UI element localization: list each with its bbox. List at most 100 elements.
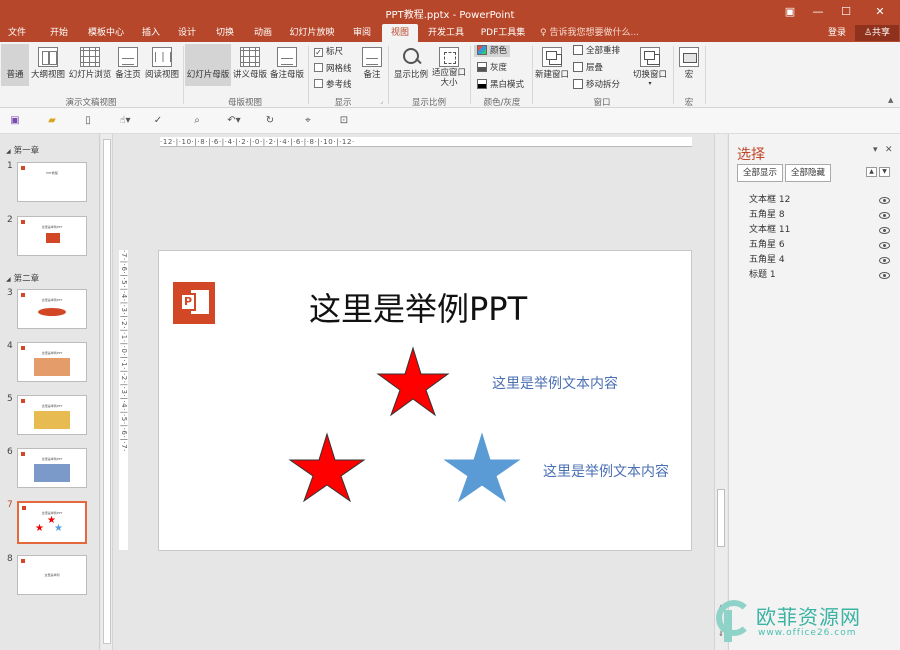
scrollbar-thumb[interactable] — [103, 139, 111, 644]
slide-master-button[interactable]: 幻灯片母版 — [185, 44, 376, 317]
tab-view[interactable]: 视图 — [382, 24, 418, 42]
show-all-button[interactable]: 全部显示 — [737, 164, 784, 182]
tab-insert[interactable]: 插入 — [138, 24, 164, 42]
tab-design[interactable]: 设计 — [173, 24, 201, 42]
chevron-down-icon: ▾ — [648, 80, 652, 87]
notes-button[interactable]: 备注 — [358, 44, 386, 86]
eye-icon[interactable] — [879, 212, 890, 219]
collapse-ribbon-icon[interactable]: ▲ — [888, 96, 893, 104]
editor-scrollbar[interactable]: ▲ ⇑ ⇓ — [714, 134, 727, 650]
new-window-button[interactable]: 新建窗口 — [534, 44, 570, 86]
notes-page-button[interactable]: 备注页 — [113, 44, 143, 86]
open-folder-icon[interactable]: ▰ — [46, 115, 58, 127]
section-header[interactable]: ◢ 第二章 — [6, 272, 39, 284]
tab-review[interactable]: 审阅 — [348, 24, 376, 42]
text-box-11[interactable]: 这里是举例文本内容 — [492, 373, 618, 393]
thumbnails-scrollbar[interactable] — [101, 134, 113, 650]
black-white-button[interactable]: 黑白模式 — [477, 79, 524, 91]
slide-thumbnail[interactable]: 这里是举例 — [17, 555, 87, 595]
group-separator — [308, 46, 309, 104]
star-shape-blue[interactable] — [443, 432, 521, 503]
macros-button[interactable]: 宏 — [676, 44, 702, 92]
screenshot-icon[interactable]: ⌖ — [302, 115, 314, 127]
gridlines-checkbox[interactable]: 网格线 — [314, 63, 352, 75]
save-icon[interactable]: ▣ — [9, 115, 21, 127]
undo-icon[interactable]: ↶▾ — [225, 115, 243, 127]
tab-file[interactable]: 文件 — [0, 24, 34, 42]
star-icon: ★ — [35, 523, 44, 534]
selection-item[interactable]: 五角星 4 — [749, 254, 785, 267]
redo-icon[interactable]: ↻ — [264, 115, 276, 127]
thumb-logo-icon — [46, 233, 60, 243]
selection-item[interactable]: 五角星 6 — [749, 239, 785, 252]
eye-icon[interactable] — [879, 257, 890, 264]
slide-sorter-button[interactable]: 幻灯片浏览 — [67, 44, 113, 86]
arrange-all-button[interactable]: 全部重排 — [573, 45, 620, 57]
text-box-12[interactable]: 这里是举例文本内容 — [543, 461, 669, 481]
fit-to-window-button[interactable]: 适应窗口大小 — [431, 44, 467, 92]
selection-item[interactable]: 标题 1 — [749, 269, 776, 282]
slide-thumbnail[interactable]: 这里是举例PPT — [17, 395, 87, 435]
ribbon-display-icon[interactable]: ▣ — [778, 3, 802, 21]
cascade-button[interactable]: 层叠 — [573, 62, 603, 74]
spelling-icon[interactable]: ✓ — [152, 115, 164, 127]
slide-thumbnail[interactable]: 这里是举例PPT — [17, 216, 87, 256]
group-label-zoom: 显示比例 — [411, 98, 446, 108]
reading-view-button[interactable]: 阅读视图 — [143, 44, 181, 86]
normal-view-button[interactable]: 普通 — [1, 44, 183, 317]
switch-windows-button[interactable]: 切换窗口 ▾ — [630, 44, 670, 92]
tab-home[interactable]: 开始 — [44, 24, 74, 42]
eye-icon[interactable] — [879, 272, 890, 279]
minimize-icon[interactable]: — — [806, 3, 830, 21]
slide-thumbnail[interactable]: 这里是举例PPT — [17, 448, 87, 488]
guides-checkbox[interactable]: 参考线 — [314, 79, 352, 91]
ruler-checkbox[interactable]: ✓ 标尺 — [314, 47, 343, 58]
eye-icon[interactable] — [879, 197, 890, 204]
tab-pdf-tools[interactable]: PDF工具集 — [478, 24, 528, 42]
scrollbar-thumb[interactable] — [717, 489, 725, 547]
slide-thumbnail[interactable]: PPT教程 — [17, 162, 87, 202]
magnifier-icon — [401, 47, 421, 67]
selection-item[interactable]: 五角星 8 — [749, 209, 785, 222]
zoom-button[interactable]: 显示比例 — [391, 44, 431, 86]
color-button[interactable]: 颜色 — [474, 45, 511, 57]
eye-icon[interactable] — [879, 227, 890, 234]
hide-all-button[interactable]: 全部隐藏 — [785, 164, 832, 182]
slide-thumbnail[interactable]: 这里是举例PPT — [17, 342, 87, 382]
grayscale-button[interactable]: 灰度 — [477, 62, 507, 74]
pane-options-icon[interactable]: ▾ — [873, 145, 878, 155]
send-backward-icon[interactable]: ▼ — [879, 167, 890, 177]
show-dialog-launcher-icon[interactable]: ⌟ — [380, 98, 383, 105]
star-shape-left[interactable] — [288, 432, 366, 503]
tab-slideshow[interactable]: 幻灯片放映 — [286, 24, 338, 42]
section-header[interactable]: ◢ 第一章 — [6, 144, 39, 156]
print-preview-icon[interactable]: ⌕ — [191, 115, 203, 127]
close-icon[interactable]: ✕ — [868, 3, 892, 21]
login-link[interactable]: 登录 — [828, 24, 846, 42]
grayscale-label: 灰度 — [490, 63, 508, 73]
outline-view-button[interactable]: 大纲视图 — [30, 44, 66, 86]
tab-animations[interactable]: 动画 — [249, 24, 277, 42]
tab-transitions[interactable]: 切换 — [211, 24, 239, 42]
notes-master-button[interactable]: 备注母版 — [268, 44, 306, 86]
slide-thumbnail-active[interactable]: 这里是举例PPT ★ ★ ★ — [17, 501, 87, 544]
bring-forward-icon[interactable]: ▲ — [866, 167, 877, 177]
handout-master-button[interactable]: 讲义母版 — [232, 44, 268, 86]
tell-me-box[interactable]: ♀ 告诉我您想要做什么... — [540, 24, 639, 42]
customize-icon[interactable]: ⊡ — [338, 115, 350, 127]
pane-close-icon[interactable]: ✕ — [885, 145, 893, 155]
maximize-icon[interactable]: ☐ — [834, 3, 858, 21]
selection-item[interactable]: 文本框 12 — [749, 194, 790, 207]
eye-icon[interactable] — [879, 242, 890, 249]
tab-developer[interactable]: 开发工具 — [424, 24, 468, 42]
notes-master-label: 备注母版 — [269, 70, 304, 80]
new-file-icon[interactable]: ▯ — [82, 115, 94, 127]
slide-thumbnail[interactable]: 这里是举例PPT — [17, 289, 87, 329]
slide-canvas[interactable]: P 这里是举例PPT 这里是举例文本内容 这里是举例文本内容 — [158, 250, 692, 551]
move-split-button[interactable]: 移动拆分 — [573, 79, 620, 91]
share-button[interactable]: ♙共享 — [855, 25, 899, 41]
star-shape-top[interactable] — [376, 346, 450, 417]
selection-item[interactable]: 文本框 11 — [749, 224, 790, 237]
touch-mode-icon[interactable]: ☝▾ — [116, 115, 134, 127]
tab-templates[interactable]: 模板中心 — [84, 24, 128, 42]
